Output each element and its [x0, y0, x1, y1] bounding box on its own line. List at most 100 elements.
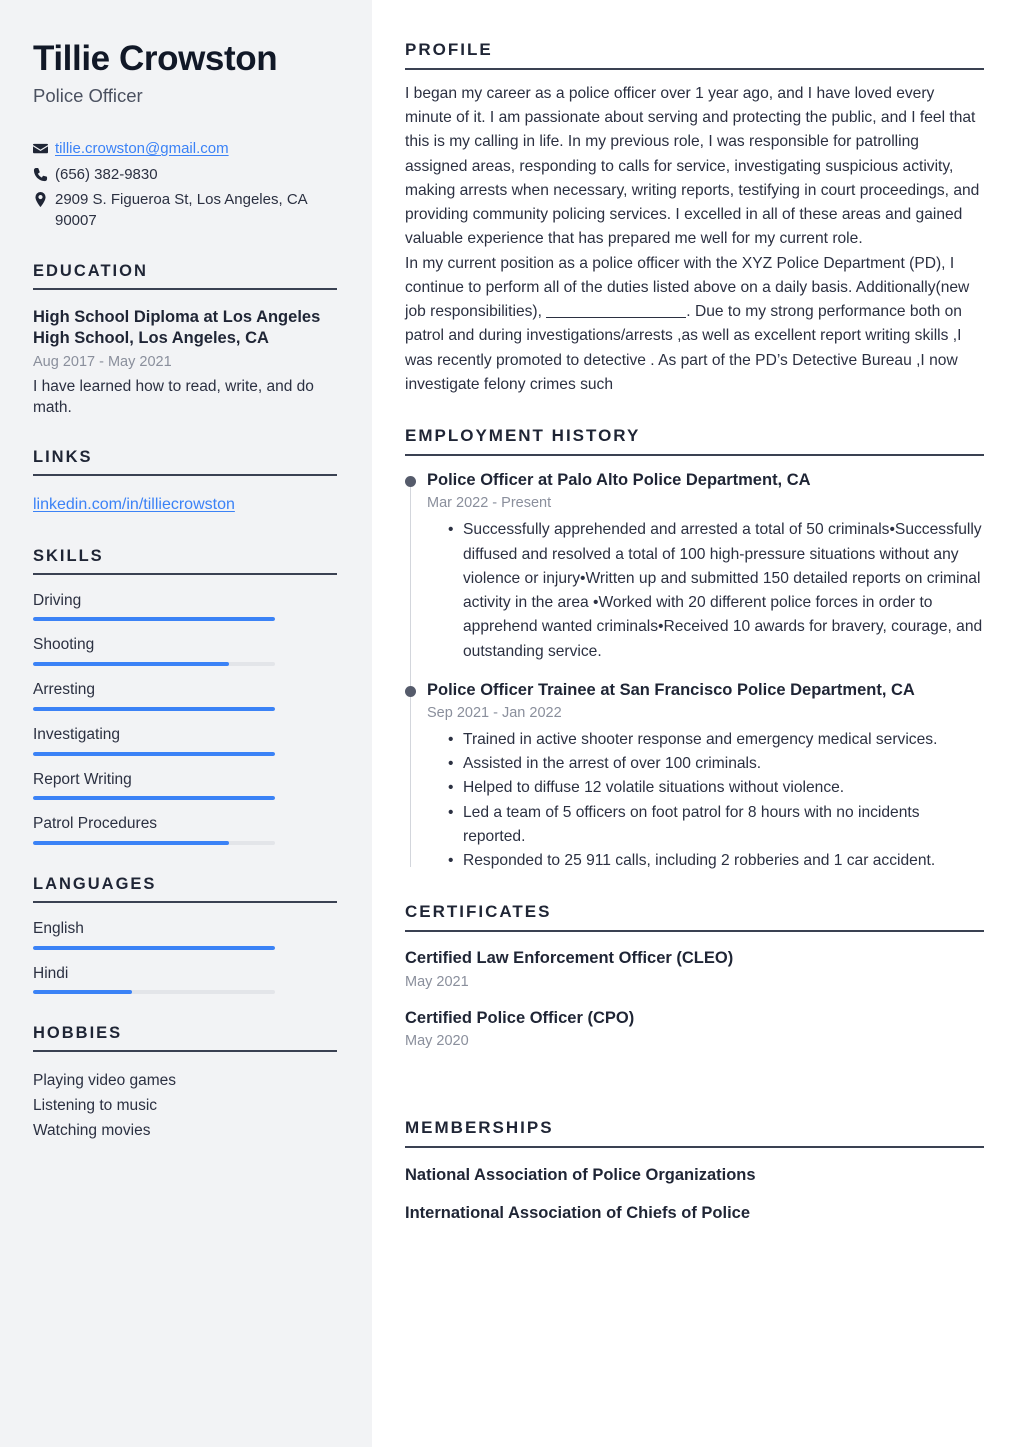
certificate-name: Certified Law Enforcement Officer (CLEO) [405, 949, 734, 968]
language-bar-fill [33, 990, 133, 995]
certificates-heading: CERTIFICATES [405, 902, 552, 922]
memberships-section: MEMBERSHIPS National Association of Poli… [405, 1118, 984, 1225]
skill-item: Investigating [33, 724, 337, 756]
resume-page: Tillie Crowston Police Officer tillie.cr… [0, 0, 1024, 1447]
skill-bar-track [33, 796, 275, 801]
job-role: Police Officer at Palo Alto Police Depar… [427, 471, 811, 490]
hobbies-list: Playing video games Listening to music W… [33, 1068, 337, 1143]
section-divider [405, 930, 984, 933]
timeline-dot-icon [405, 685, 416, 697]
skill-bar-fill [33, 840, 230, 845]
skill-bar-fill [33, 796, 275, 801]
skill-label: Patrol Procedures [33, 815, 158, 833]
skill-bar-fill [33, 751, 275, 756]
skill-item: Report Writing [33, 769, 337, 801]
profile-paragraph-2: In my current position as a police offic… [405, 252, 984, 397]
phone-value: (656) 382-9830 [55, 165, 158, 183]
contact-block: tillie.crowston@gmail.com (656) 382-9830… [33, 138, 337, 231]
envelope-icon [33, 138, 55, 156]
skill-label: Shooting [33, 636, 95, 654]
hobby-item: Playing video games [33, 1072, 177, 1090]
education-date: Aug 2017 - May 2021 [33, 354, 172, 371]
skill-bar-fill [33, 662, 230, 667]
skill-bar-track [33, 617, 275, 622]
timeline-dot-icon [405, 476, 416, 488]
certificate-item: Certified Police Officer (CPO) May 2020 [405, 1008, 984, 1051]
section-divider [33, 572, 337, 575]
section-divider [405, 68, 984, 70]
language-bar-track [33, 945, 275, 950]
location-pin-icon [33, 189, 55, 207]
job-bullets: Trained in active shooter response and e… [427, 728, 984, 874]
certificate-date: May 2020 [405, 1033, 469, 1050]
contact-row-address: 2909 S. Figueroa St, Los Angeles, CA 900… [33, 189, 337, 232]
skill-label: Investigating [33, 725, 121, 743]
employment-history-section: EMPLOYMENT HISTORY Police Officer at Pal… [405, 426, 984, 874]
membership-item: International Association of Chiefs of P… [405, 1204, 751, 1223]
language-item: English [33, 918, 337, 950]
language-bar-track [33, 990, 275, 995]
job-entry: Police Officer at Palo Alto Police Depar… [405, 470, 984, 664]
links-list: linkedin.com/in/tilliecrowston [33, 494, 337, 516]
profile-paragraph-1: I began my career as a police officer ov… [405, 85, 980, 248]
skill-item: Shooting [33, 634, 337, 667]
main-column: PROFILE I began my career as a police of… [372, 0, 1024, 1447]
link-item[interactable]: linkedin.com/in/tilliecrowston [33, 494, 337, 516]
section-divider [33, 287, 337, 290]
job-date: Mar 2022 - Present [427, 495, 552, 512]
profile-body: I began my career as a police officer ov… [405, 82, 984, 397]
hobby-item: Listening to music [33, 1097, 158, 1115]
phone-icon [33, 164, 55, 182]
job-bullet: Trained in active shooter response and e… [448, 728, 984, 752]
education-heading: EDUCATION [33, 261, 148, 280]
education-degree: High School Diploma at Los Angeles High … [33, 307, 321, 348]
languages-list: English Hindi [33, 918, 337, 995]
links-section: LINKS linkedin.com/in/tilliecrowston [33, 448, 337, 516]
contact-row-email[interactable]: tillie.crowston@gmail.com [33, 138, 337, 159]
job-bullet: Successfully apprehended and arrested a … [448, 518, 984, 663]
profile-heading: PROFILE [405, 40, 493, 59]
skill-item: Driving [33, 590, 337, 622]
skills-list: Driving Shooting Arresting Investigating… [33, 590, 337, 845]
section-divider [33, 474, 337, 477]
skill-bar-fill [33, 706, 275, 711]
membership-item: National Association of Police Organizat… [405, 1165, 756, 1184]
certificate-name: Certified Police Officer (CPO) [405, 1008, 635, 1027]
section-divider [405, 1145, 984, 1148]
employment-history-heading: EMPLOYMENT HISTORY [405, 426, 641, 446]
skill-item: Arresting [33, 679, 337, 711]
email-value[interactable]: tillie.crowston@gmail.com [55, 138, 337, 159]
job-bullet: Assisted in the arrest of over 100 crimi… [448, 752, 984, 776]
certificate-date: May 2021 [405, 973, 469, 990]
job-title-subtitle: Police Officer [33, 85, 143, 107]
skill-bar-track [33, 706, 275, 711]
section-divider [33, 900, 337, 903]
skill-bar-track [33, 751, 275, 756]
address-value: 2909 S. Figueroa St, Los Angeles, CA 900… [55, 190, 307, 230]
hobbies-section: HOBBIES Playing video games Listening to… [33, 1024, 337, 1143]
job-entry: Police Officer Trainee at San Francisco … [405, 680, 984, 874]
hobby-item: Watching movies [33, 1122, 151, 1140]
profile-section: PROFILE I began my career as a police of… [405, 40, 984, 397]
section-divider [33, 1050, 337, 1053]
skills-section: SKILLS Driving Shooting Arresting Invest… [33, 547, 337, 845]
skill-bar-fill [33, 617, 275, 622]
employment-timeline: Police Officer at Palo Alto Police Depar… [405, 470, 984, 874]
job-bullet: Helped to diffuse 12 volatile situations… [448, 776, 984, 800]
section-divider [405, 454, 984, 457]
links-heading: LINKS [33, 448, 93, 467]
skill-bar-track [33, 840, 275, 845]
education-section: EDUCATION High School Diploma at Los Ang… [33, 262, 337, 419]
sidebar: Tillie Crowston Police Officer tillie.cr… [0, 0, 372, 1447]
skill-label: Driving [33, 591, 82, 609]
languages-section: LANGUAGES English Hindi [33, 874, 337, 995]
languages-heading: LANGUAGES [33, 874, 157, 893]
job-bullets: Successfully apprehended and arrested a … [427, 518, 984, 663]
skill-label: Arresting [33, 681, 96, 699]
contact-row-phone: (656) 382-9830 [33, 164, 337, 185]
language-item: Hindi [33, 963, 337, 995]
certificates-section: CERTIFICATES Certified Law Enforcement O… [405, 902, 984, 1051]
job-bullet: Led a team of 5 officers on foot patrol … [448, 801, 984, 849]
job-date: Sep 2021 - Jan 2022 [427, 705, 562, 722]
memberships-list: National Association of Police Organizat… [405, 1165, 984, 1225]
